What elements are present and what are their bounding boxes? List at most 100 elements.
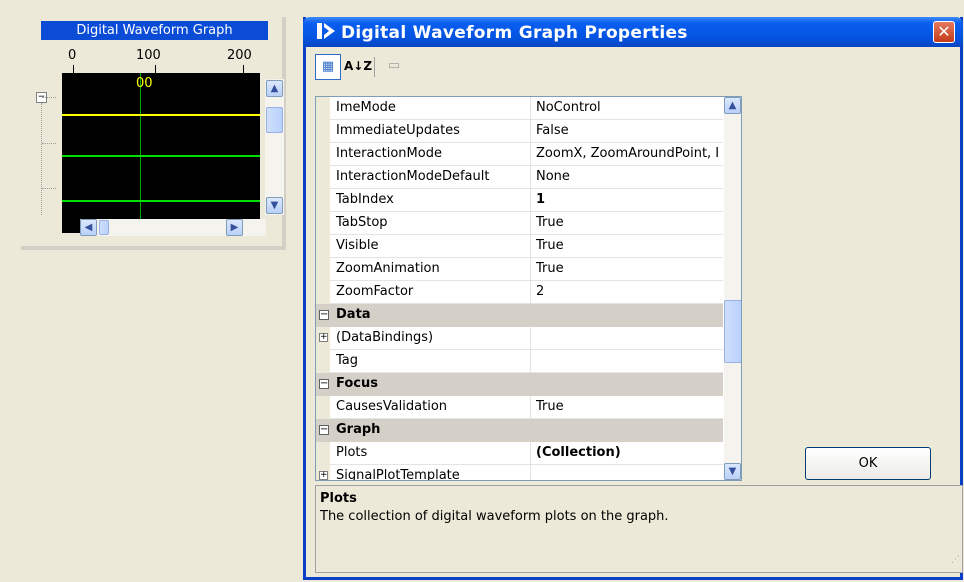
category-row[interactable]: − Data	[316, 304, 723, 327]
property-value[interactable]: True	[536, 396, 726, 418]
property-value[interactable]: (Collection)	[536, 442, 726, 464]
property-row[interactable]: InteractionModeDefault None	[316, 166, 723, 189]
properties-dialog: Digital Waveform Graph Properties ✕ ▦ A↓…	[303, 17, 963, 580]
plot-area[interactable]: 00	[62, 73, 260, 233]
property-value[interactable]: 1	[536, 189, 726, 211]
plot-tree-line	[42, 143, 56, 144]
property-row[interactable]: InteractionMode ZoomX, ZoomAroundPoint, I	[316, 143, 723, 166]
property-name: Tag	[336, 353, 359, 368]
resize-grip-icon[interactable]: ⋰	[948, 556, 960, 570]
column-divider[interactable]	[530, 396, 531, 419]
help-description: The collection of digital waveform plots…	[320, 509, 669, 524]
waveform-graph-control[interactable]: Digital Waveform Graph 0 100 200 − 00 ▲ …	[21, 17, 286, 250]
property-value[interactable]: False	[536, 120, 726, 142]
column-divider[interactable]	[530, 327, 531, 350]
property-value[interactable]: True	[536, 212, 726, 234]
property-pages-icon[interactable]: ▭	[381, 54, 407, 80]
category-label: Data	[336, 307, 371, 322]
property-value[interactable]: True	[536, 258, 726, 280]
graph-vertical-scrollbar[interactable]: ▲ ▼	[265, 79, 284, 215]
row-gutter	[316, 396, 330, 419]
property-row[interactable]: Plots (Collection)	[316, 442, 723, 465]
column-divider[interactable]	[530, 97, 531, 120]
collapse-category-icon[interactable]: −	[319, 310, 329, 320]
property-value[interactable]: None	[536, 166, 726, 188]
property-name: TabIndex	[336, 192, 394, 207]
x-tick-label: 100	[136, 48, 161, 63]
property-row[interactable]: + (DataBindings)	[316, 327, 723, 350]
property-row[interactable]: ZoomFactor 2	[316, 281, 723, 304]
property-value[interactable]: True	[536, 235, 726, 257]
property-row[interactable]: + SignalPlotTemplate	[316, 465, 723, 480]
column-divider[interactable]	[530, 350, 531, 373]
scroll-thumb[interactable]	[266, 107, 283, 133]
x-tick-mark	[73, 65, 74, 73]
expand-property-icon[interactable]: +	[319, 333, 328, 342]
property-row[interactable]: Tag	[316, 350, 723, 373]
property-value[interactable]: ZoomX, ZoomAroundPoint, I	[536, 143, 726, 165]
column-divider[interactable]	[530, 442, 531, 465]
signal-line	[62, 155, 260, 157]
categorized-view-icon[interactable]: ▦	[315, 54, 341, 80]
scroll-up-icon[interactable]: ▲	[266, 80, 283, 97]
cursor-line[interactable]	[140, 73, 141, 233]
category-label: Graph	[336, 422, 381, 437]
property-value[interactable]: 2	[536, 281, 726, 303]
play-arrow-icon	[315, 21, 337, 46]
category-row[interactable]: − Focus	[316, 373, 723, 396]
expand-property-icon[interactable]: +	[319, 471, 328, 480]
dialog-title: Digital Waveform Graph Properties	[341, 23, 688, 43]
property-grid[interactable]: ImeMode NoControl ImmediateUpdates False Int…	[315, 96, 742, 481]
row-gutter	[316, 235, 330, 258]
signal-line	[62, 200, 260, 202]
property-name: Plots	[336, 445, 368, 460]
column-divider[interactable]	[530, 189, 531, 212]
property-row[interactable]: Visible True	[316, 235, 723, 258]
column-divider[interactable]	[530, 281, 531, 304]
property-value[interactable]: NoControl	[536, 97, 726, 119]
scroll-right-icon[interactable]: ▶	[226, 219, 243, 236]
row-gutter	[316, 120, 330, 143]
column-divider[interactable]	[530, 120, 531, 143]
alphabetical-sort-icon[interactable]: A↓Z	[344, 54, 372, 80]
signal-line-top	[62, 114, 260, 116]
property-name: InteractionModeDefault	[336, 169, 490, 184]
x-tick-mark	[155, 65, 156, 73]
column-divider[interactable]	[530, 143, 531, 166]
property-row[interactable]: TabIndex 1	[316, 189, 723, 212]
row-gutter	[316, 97, 330, 120]
property-row[interactable]: ImeMode NoControl	[316, 97, 723, 120]
scroll-down-icon[interactable]: ▼	[724, 463, 741, 480]
category-label: Focus	[336, 376, 378, 391]
scroll-up-icon[interactable]: ▲	[724, 97, 741, 114]
row-gutter	[316, 166, 330, 189]
scroll-thumb[interactable]	[99, 220, 109, 235]
category-row[interactable]: − Graph	[316, 419, 723, 442]
property-grid-scrollbar[interactable]: ▲ ▼	[724, 97, 741, 480]
property-row[interactable]: ImmediateUpdates False	[316, 120, 723, 143]
scroll-thumb[interactable]	[724, 300, 741, 363]
property-name: ImeMode	[336, 100, 396, 115]
property-row[interactable]: TabStop True	[316, 212, 723, 235]
dialog-titlebar[interactable]: Digital Waveform Graph Properties ✕	[303, 17, 963, 47]
property-name: (DataBindings)	[336, 330, 434, 345]
collapse-category-icon[interactable]: −	[319, 425, 329, 435]
property-name: TabStop	[336, 215, 388, 230]
column-divider[interactable]	[530, 166, 531, 189]
column-divider[interactable]	[530, 465, 531, 480]
scroll-left-icon[interactable]: ◀	[80, 219, 97, 236]
column-divider[interactable]	[530, 212, 531, 235]
close-button[interactable]: ✕	[933, 21, 955, 43]
collapse-category-icon[interactable]: −	[319, 379, 329, 389]
property-grid-rows: ImeMode NoControl ImmediateUpdates False Int…	[316, 97, 723, 480]
scroll-down-icon[interactable]: ▼	[266, 197, 283, 214]
column-divider[interactable]	[530, 258, 531, 281]
property-name: CausesValidation	[336, 399, 448, 414]
property-row[interactable]: CausesValidation True	[316, 396, 723, 419]
property-help-pane: Plots The collection of digital waveform…	[315, 485, 963, 573]
property-row[interactable]: ZoomAnimation True	[316, 258, 723, 281]
column-divider[interactable]	[530, 235, 531, 258]
ok-button[interactable]: OK	[805, 447, 931, 480]
row-gutter	[316, 281, 330, 304]
graph-horizontal-scrollbar[interactable]: ◀ ▶	[80, 219, 266, 236]
